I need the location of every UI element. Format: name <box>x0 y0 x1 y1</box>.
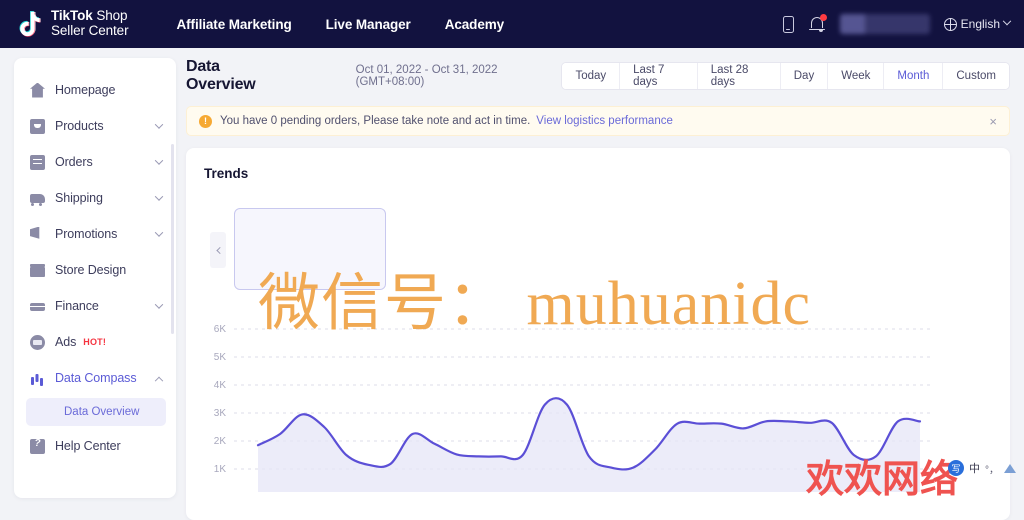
metric-card-selected[interactable] <box>234 208 386 290</box>
sidebar-item-label: Homepage <box>55 83 116 97</box>
range-button-last-7-days[interactable]: Last 7 days <box>620 63 698 89</box>
user-account-avatar[interactable] <box>839 14 930 34</box>
sidebar-item-label: Promotions <box>55 227 118 241</box>
mobile-phone-icon[interactable] <box>782 15 794 33</box>
sidebar-item-data-compass[interactable]: Data Compass <box>14 360 176 396</box>
nav-link-live-manager[interactable]: Live Manager <box>326 17 411 32</box>
date-range-segmented-control: Today Last 7 days Last 28 days Day Week … <box>561 62 1010 90</box>
sidebar-item-orders[interactable]: Orders <box>14 144 176 180</box>
ime-punctuation-label: °， <box>985 464 999 476</box>
warning-icon <box>199 114 212 128</box>
sidebar-item-label: Store Design <box>55 263 127 277</box>
sidebar-item-label: Products <box>55 119 104 133</box>
chevron-down-icon <box>154 192 164 201</box>
page-header: Data Overview Oct 01, 2022 - Oct 31, 202… <box>186 58 1010 94</box>
truck-icon <box>30 191 45 206</box>
brand-text: TikTok Shop Seller Center <box>51 8 129 39</box>
range-button-last-28-days[interactable]: Last 28 days <box>697 63 781 89</box>
sidebar-item-label: Finance <box>55 299 99 313</box>
pending-orders-banner: You have 0 pending orders, Please take n… <box>186 106 1010 136</box>
brand-subtitle: Seller Center <box>51 23 129 38</box>
trends-card-title: Trends <box>204 166 249 181</box>
sidebar-item-homepage[interactable]: Homepage <box>14 72 176 108</box>
range-button-custom[interactable]: Custom <box>943 63 1009 89</box>
sidebar-scrollbar[interactable] <box>171 144 174 334</box>
chevron-down-icon <box>154 156 164 165</box>
wallet-icon <box>30 299 45 314</box>
brand-name-rest: Shop <box>92 8 128 24</box>
tiktok-note-icon <box>18 10 44 38</box>
brand-logo[interactable]: TikTok Shop Seller Center <box>18 8 129 39</box>
notification-badge <box>819 14 827 21</box>
chevron-down-icon <box>1002 16 1012 26</box>
chart-plot-area <box>234 328 930 492</box>
top-nav-links: Affiliate Marketing Live Manager Academy <box>177 17 505 32</box>
sidebar-item-help-center[interactable]: Help Center <box>14 428 176 464</box>
globe-icon <box>943 17 957 31</box>
sidebar-item-promotions[interactable]: Promotions <box>14 216 176 252</box>
date-range-label: Oct 01, 2022 - Oct 31, 2022 (GMT+08:00) <box>355 64 498 88</box>
sidebar-item-label: Orders <box>55 155 93 169</box>
close-icon[interactable]: × <box>989 115 997 128</box>
sidebar: Homepage Products Orders Shipping Promot… <box>14 58 176 498</box>
ime-triangle-icon <box>1004 463 1016 473</box>
trends-chart: 6K 5K 4K 3K 2K 1K <box>186 322 1010 520</box>
storefront-icon <box>30 263 45 278</box>
banner-message: You have 0 pending orders, Please take n… <box>220 115 531 127</box>
view-logistics-performance-link[interactable]: View logistics performance <box>536 115 673 127</box>
sidebar-item-label: Shipping <box>55 191 103 205</box>
bar-chart-icon <box>30 371 45 386</box>
page-title: Data Overview <box>186 58 256 93</box>
sidebar-item-shipping[interactable]: Shipping <box>14 180 176 216</box>
sidebar-item-label: Data Compass <box>55 371 137 385</box>
ads-icon <box>30 334 45 350</box>
range-button-today[interactable]: Today <box>562 63 621 89</box>
hot-badge: HOT! <box>83 337 107 347</box>
sidebar-item-ads[interactable]: Ads HOT! <box>14 324 176 360</box>
main-content: Data Overview Oct 01, 2022 - Oct 31, 202… <box>186 58 1010 520</box>
language-label: English <box>960 17 1000 31</box>
sidebar-item-products[interactable]: Products <box>14 108 176 144</box>
chevron-down-icon <box>154 120 164 129</box>
range-button-week[interactable]: Week <box>828 63 885 89</box>
chevron-up-icon <box>154 376 164 386</box>
megaphone-icon <box>30 226 45 242</box>
sidebar-subitem-label: Data Overview <box>64 406 140 418</box>
chevron-left-icon[interactable] <box>210 232 226 268</box>
sidebar-item-label: Ads <box>55 335 77 349</box>
chevron-down-icon <box>154 300 164 309</box>
language-selector[interactable]: English <box>943 16 1012 31</box>
home-icon <box>30 82 45 98</box>
top-nav-right-cluster: English <box>782 14 1012 34</box>
brand-name-bold: TikTok <box>51 8 93 24</box>
nav-link-affiliate-marketing[interactable]: Affiliate Marketing <box>177 17 292 32</box>
sidebar-item-finance[interactable]: Finance <box>14 288 176 324</box>
chevron-down-icon <box>154 228 164 237</box>
top-navigation-bar: TikTok Shop Seller Center Affiliate Mark… <box>0 0 1024 48</box>
nav-link-academy[interactable]: Academy <box>445 17 504 32</box>
sidebar-item-label: Help Center <box>55 439 121 453</box>
box-icon <box>30 118 45 134</box>
notification-bell-icon[interactable] <box>808 14 827 33</box>
help-icon <box>30 438 45 454</box>
orders-icon <box>30 154 45 170</box>
ime-mode-label: 中 <box>969 463 980 475</box>
sidebar-subitem-data-overview[interactable]: Data Overview <box>26 398 166 426</box>
ime-logo-icon <box>948 460 964 476</box>
range-button-month[interactable]: Month <box>884 63 944 89</box>
metric-carousel <box>202 208 994 290</box>
trends-card: Trends 6K 5K 4K 3K 2K 1K <box>186 148 1010 520</box>
range-button-day[interactable]: Day <box>780 63 829 89</box>
ime-toolbar: 中 °， <box>948 460 1016 476</box>
sidebar-item-store-design[interactable]: Store Design <box>14 252 176 288</box>
